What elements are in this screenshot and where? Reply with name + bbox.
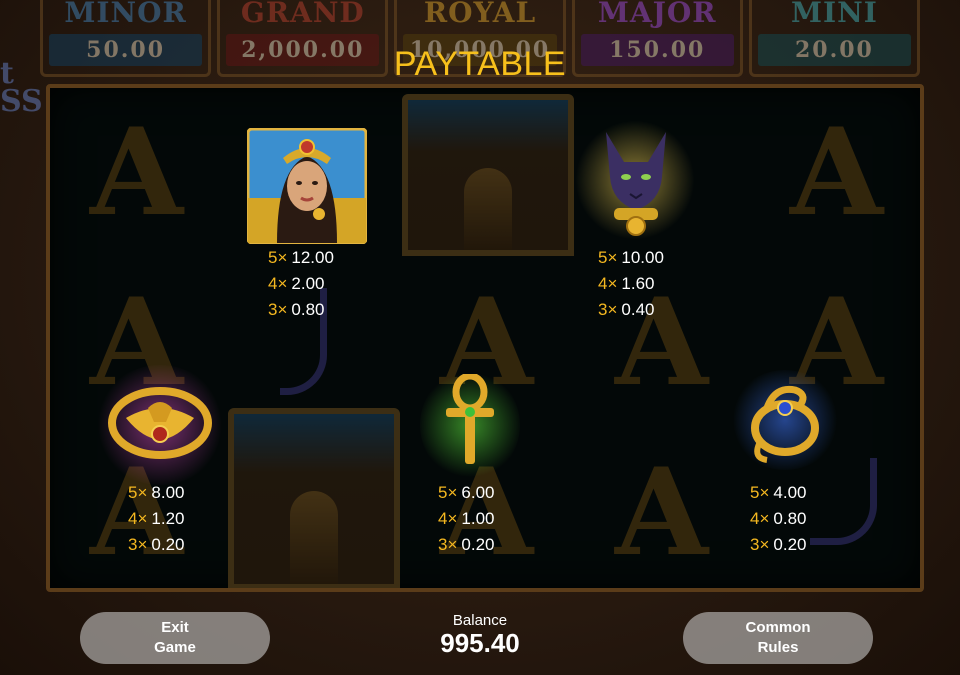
payout-value: 1.00 bbox=[461, 509, 495, 528]
payout-row: 3× 0.20 bbox=[438, 532, 494, 558]
payout-row: 3× 0.20 bbox=[128, 532, 184, 558]
cobra-symbol bbox=[810, 458, 877, 545]
multiplier-label: 5× bbox=[438, 483, 458, 502]
multiplier-label: 4× bbox=[598, 274, 618, 293]
multiplier-label: 3× bbox=[598, 300, 618, 319]
multiplier-label: 4× bbox=[268, 274, 288, 293]
payout-value: 12.00 bbox=[291, 248, 334, 267]
letter-a-symbol: A bbox=[790, 102, 884, 243]
multiplier-label: 3× bbox=[438, 535, 458, 554]
jackpot-grand-name: GRAND bbox=[240, 0, 365, 29]
payout-row: 4× 1.60 bbox=[598, 271, 664, 297]
payout-value: 6.00 bbox=[461, 483, 495, 502]
payout-value: 8.00 bbox=[151, 483, 185, 502]
exit-game-label-line1: Exit bbox=[161, 619, 189, 636]
payout-row: 3× 0.20 bbox=[750, 532, 806, 558]
multiplier-label: 5× bbox=[750, 483, 770, 502]
payout-value: 2.00 bbox=[291, 274, 325, 293]
payout-value: 10.00 bbox=[621, 248, 664, 267]
letter-a-symbol: A bbox=[90, 102, 184, 243]
payout-value: 0.20 bbox=[773, 535, 807, 554]
cleopatra-symbol bbox=[247, 128, 367, 244]
paytable-snake-ring: 5× 4.00 4× 0.80 3× 0.20 bbox=[750, 480, 806, 558]
exit-game-label-line2: Game bbox=[154, 639, 196, 656]
jackpot-mini-name: MINI bbox=[791, 0, 878, 29]
multiplier-label: 4× bbox=[750, 509, 770, 528]
jackpot-royal-name: ROYAL bbox=[423, 0, 537, 29]
payout-row: 3× 0.80 bbox=[268, 297, 334, 323]
common-rules-label-line2: Rules bbox=[757, 639, 799, 656]
common-rules-label-line1: Common bbox=[745, 619, 811, 636]
payout-value: 0.80 bbox=[773, 509, 807, 528]
multiplier-label: 4× bbox=[128, 509, 148, 528]
multiplier-label: 3× bbox=[268, 300, 288, 319]
common-rules-button[interactable]: Common Rules bbox=[683, 612, 873, 664]
balance-label: Balance bbox=[452, 612, 508, 629]
payout-row: 5× 4.00 bbox=[750, 480, 806, 506]
paytable-ankh: 5× 6.00 4× 1.00 3× 0.20 bbox=[438, 480, 494, 558]
black-cat-symbol bbox=[590, 122, 682, 240]
payout-row: 5× 6.00 bbox=[438, 480, 494, 506]
snake-ring-symbol bbox=[745, 378, 825, 464]
multiplier-label: 4× bbox=[438, 509, 458, 528]
paytable-scarab-bracelet: 5× 8.00 4× 1.20 3× 0.20 bbox=[128, 480, 184, 558]
scarab-bracelet-symbol bbox=[108, 378, 212, 468]
ankh-symbol bbox=[440, 374, 500, 466]
paytable-black-cat: 5× 10.00 4× 1.60 3× 0.40 bbox=[598, 245, 664, 323]
exit-game-button[interactable]: Exit Game bbox=[80, 612, 270, 664]
payout-value: 0.80 bbox=[291, 300, 325, 319]
payout-row: 4× 1.00 bbox=[438, 506, 494, 532]
temple-symbol bbox=[402, 94, 574, 256]
payout-value: 0.40 bbox=[621, 300, 655, 319]
multiplier-label: 5× bbox=[268, 248, 288, 267]
multiplier-label: 3× bbox=[750, 535, 770, 554]
multiplier-label: 5× bbox=[128, 483, 148, 502]
payout-row: 4× 0.80 bbox=[750, 506, 806, 532]
payout-value: 0.20 bbox=[151, 535, 185, 554]
payout-row: 5× 12.00 bbox=[268, 245, 334, 271]
payout-row: 4× 1.20 bbox=[128, 506, 184, 532]
multiplier-label: 3× bbox=[128, 535, 148, 554]
temple-symbol bbox=[228, 408, 400, 588]
payout-value: 1.20 bbox=[151, 509, 185, 528]
payout-value: 4.00 bbox=[773, 483, 807, 502]
payout-row: 5× 8.00 bbox=[128, 480, 184, 506]
multiplier-label: 5× bbox=[598, 248, 618, 267]
payout-value: 1.60 bbox=[621, 274, 655, 293]
game-background: MINOR 50.00 GRAND 2,000.00 ROYAL 10,000.… bbox=[0, 0, 960, 675]
payout-row: 4× 2.00 bbox=[268, 271, 334, 297]
jackpot-minor-name: MINOR bbox=[64, 0, 187, 29]
paytable-title: PAYTABLE bbox=[393, 45, 567, 83]
balance-value: 995.40 bbox=[440, 628, 520, 658]
jackpot-major-name: MAJOR bbox=[597, 0, 717, 29]
payout-value: 0.20 bbox=[461, 535, 495, 554]
payout-row: 5× 10.00 bbox=[598, 245, 664, 271]
payout-row: 3× 0.40 bbox=[598, 297, 664, 323]
paytable-cleopatra: 5× 12.00 4× 2.00 3× 0.80 bbox=[268, 245, 334, 323]
letter-a-symbol: A bbox=[615, 442, 709, 583]
